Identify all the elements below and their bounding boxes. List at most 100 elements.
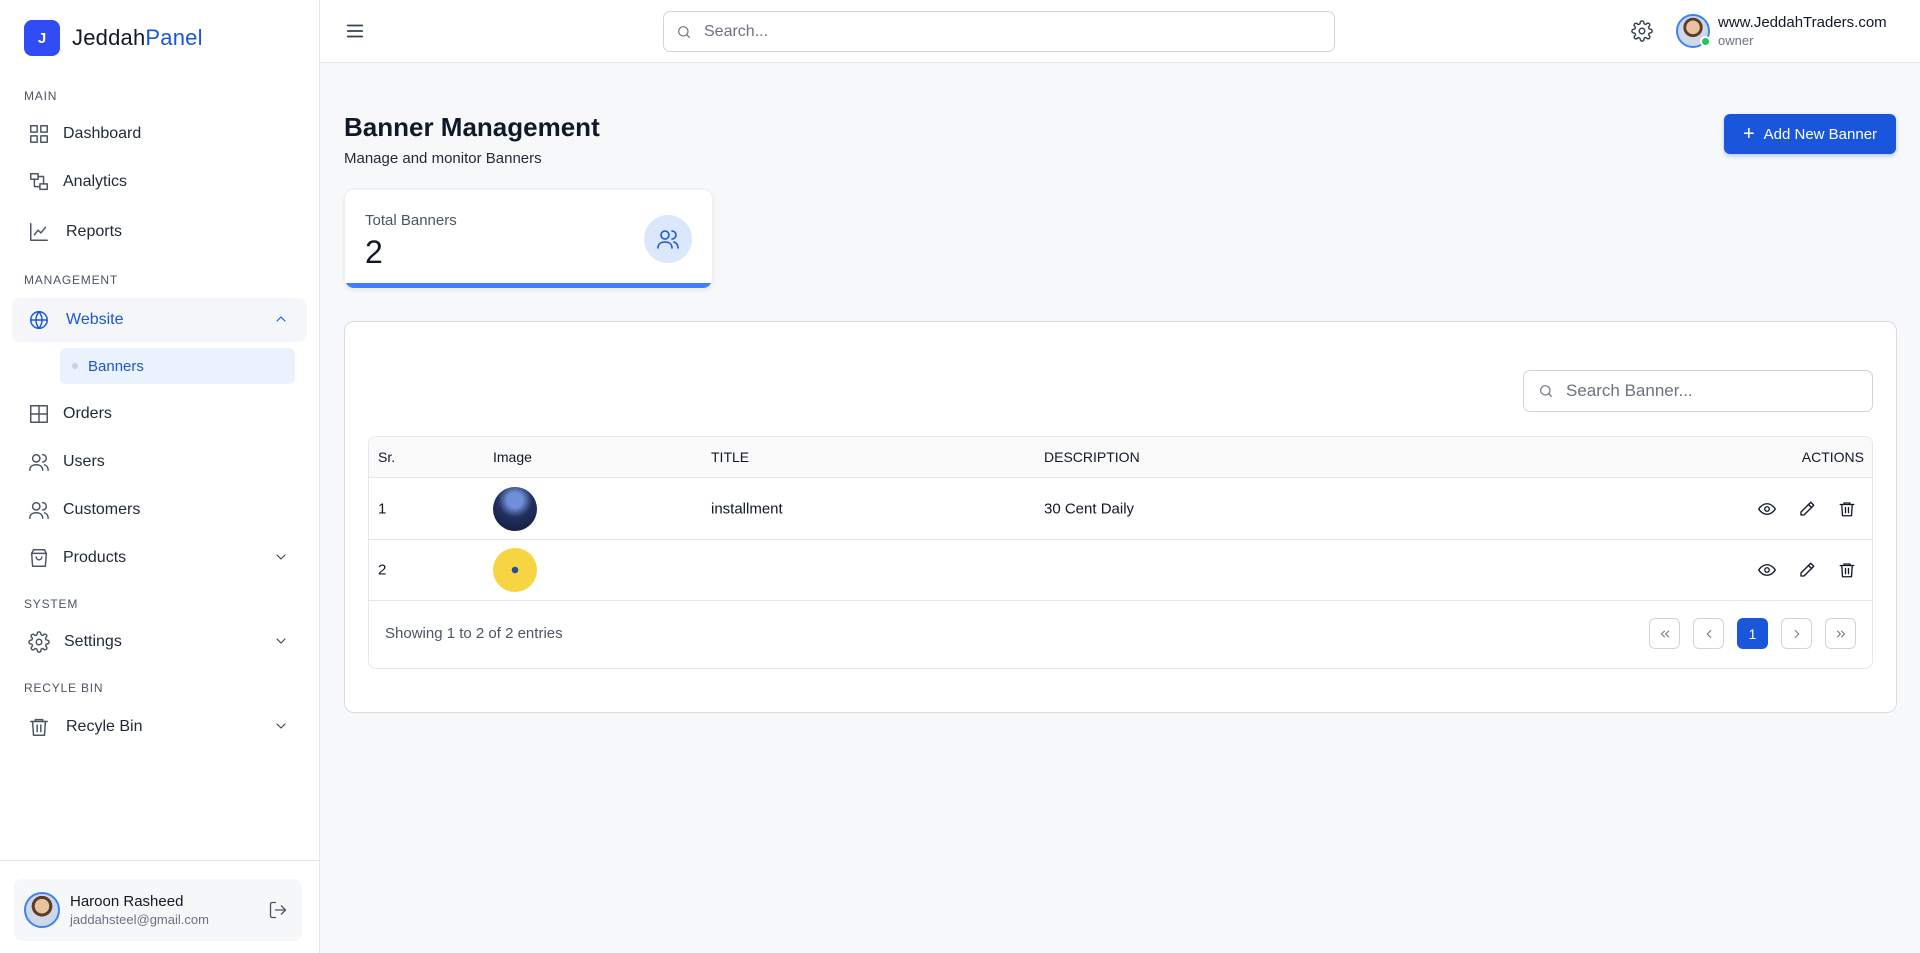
- sidebar-item-label: Customers: [63, 501, 141, 518]
- column-header-description[interactable]: DESCRIPTION: [1044, 449, 1140, 465]
- table-footer: Showing 1 to 2 of 2 entries 1: [369, 601, 1872, 668]
- last-page-button[interactable]: [1825, 618, 1856, 649]
- section-label-recycle: RECYLE BIN: [24, 681, 104, 695]
- chevrons-right-icon: [1836, 630, 1845, 637]
- row-sr: 1: [378, 500, 387, 517]
- header-user-meta: www.JeddahTraders.com owner: [1718, 14, 1887, 48]
- sidebar-item-customers[interactable]: Customers: [12, 488, 307, 532]
- sidebar-item-orders[interactable]: Orders: [12, 392, 307, 436]
- add-new-banner-button[interactable]: + Add New Banner: [1724, 114, 1896, 154]
- global-search[interactable]: [663, 11, 1335, 52]
- column-header-title[interactable]: TITLE: [711, 449, 749, 465]
- brand-name-part2: Panel: [145, 25, 203, 50]
- users-icon: [29, 453, 49, 471]
- logout-icon[interactable]: [268, 900, 288, 920]
- online-status-dot: [1700, 36, 1711, 47]
- chevron-down-icon: [276, 554, 286, 560]
- pencil-icon[interactable]: [1798, 561, 1816, 579]
- user-card[interactable]: Haroon Rasheed jaddahsteel@gmail.com: [14, 879, 302, 941]
- header-site-name: www.JeddahTraders.com: [1718, 14, 1887, 31]
- avatar: [1676, 14, 1711, 48]
- banners-table-card: Sr. Image TITLE DESCRIPTION ACTIONS 1 in…: [344, 321, 1897, 713]
- top-bar: www.JeddahTraders.com owner: [320, 0, 1920, 63]
- chevrons-left-icon: [1660, 630, 1669, 637]
- trash-icon[interactable]: [1838, 500, 1856, 518]
- sidebar-item-label: Dashboard: [63, 125, 142, 142]
- sidebar-item-reports[interactable]: Reports: [12, 210, 307, 254]
- eye-icon[interactable]: [1758, 500, 1776, 518]
- column-header-image[interactable]: Image: [493, 449, 532, 465]
- search-icon: [1540, 385, 1552, 397]
- sidebar: J JeddahPanel MAIN Dashboard Analytics R…: [0, 0, 320, 953]
- header-user-role: owner: [1718, 33, 1754, 48]
- global-search-input[interactable]: [704, 22, 1304, 41]
- user-name: Haroon Rasheed: [70, 893, 184, 910]
- row-description: 30 Cent Daily: [1044, 500, 1135, 517]
- sidebar-subitem-banners[interactable]: Banners: [60, 348, 295, 384]
- users-icon: [29, 501, 49, 519]
- stat-value: 2: [365, 234, 383, 270]
- next-page-button[interactable]: [1781, 618, 1812, 649]
- sidebar-subitem-label: Banners: [88, 357, 144, 375]
- sidebar-item-label: Analytics: [63, 173, 128, 190]
- sidebar-item-label: Reports: [66, 223, 123, 240]
- pencil-icon[interactable]: [1798, 500, 1816, 518]
- add-new-banner-label: Add New Banner: [1763, 125, 1878, 143]
- column-header-sr[interactable]: Sr.: [378, 449, 395, 465]
- sidebar-item-recycle-bin[interactable]: Recyle Bin: [12, 705, 307, 749]
- trash-icon[interactable]: [1838, 561, 1856, 579]
- hierarchy-icon: [30, 173, 48, 191]
- bullet-icon: [72, 363, 78, 369]
- banners-table: Sr. Image TITLE DESCRIPTION ACTIONS 1 in…: [368, 436, 1873, 669]
- users-icon: [657, 230, 679, 249]
- banner-search-input[interactable]: [1566, 381, 1866, 401]
- sidebar-item-label: Orders: [63, 405, 112, 422]
- section-label-management: MANAGEMENT: [24, 273, 119, 287]
- user-email: jaddahsteel@gmail.com: [70, 912, 209, 927]
- table-row: 2: [369, 540, 1872, 601]
- row-image[interactable]: [493, 486, 537, 531]
- row-image[interactable]: [493, 548, 537, 592]
- stat-icon: [644, 215, 692, 263]
- sidebar-item-label: Products: [63, 549, 127, 566]
- sidebar-item-label: Users: [63, 453, 105, 470]
- row-actions: [1736, 500, 1856, 518]
- banner-search[interactable]: [1523, 370, 1873, 412]
- prev-page-button[interactable]: [1693, 618, 1724, 649]
- eye-icon[interactable]: [1758, 561, 1776, 579]
- gear-icon[interactable]: [1631, 20, 1653, 42]
- trash-icon: [30, 718, 48, 736]
- stat-card-total-banners: Total Banners 2: [344, 189, 713, 289]
- row-sr: 2: [378, 561, 387, 579]
- row-title: installment: [711, 500, 783, 517]
- search-icon: [678, 25, 690, 38]
- first-page-button[interactable]: [1649, 618, 1680, 649]
- header-user[interactable]: www.JeddahTraders.com owner: [1676, 14, 1887, 48]
- sidebar-item-products[interactable]: Products: [12, 536, 307, 580]
- page-button-current[interactable]: 1: [1737, 618, 1768, 649]
- brand[interactable]: J JeddahPanel: [24, 20, 203, 56]
- section-label-system: SYSTEM: [24, 597, 79, 611]
- gear-icon: [28, 631, 50, 653]
- sidebar-item-dashboard[interactable]: Dashboard: [12, 112, 307, 156]
- sidebar-item-settings[interactable]: Settings: [12, 620, 307, 664]
- shopping-bag-icon: [30, 549, 48, 567]
- sidebar-item-label: Recyle Bin: [66, 718, 143, 735]
- entries-info: Showing 1 to 2 of 2 entries: [385, 625, 563, 642]
- brand-name-part1: Jeddah: [72, 25, 146, 50]
- plus-icon: +: [1742, 123, 1755, 145]
- table-row: 1 installment 30 Cent Daily: [369, 478, 1872, 540]
- banner-thumbnail: [493, 486, 537, 531]
- sidebar-item-analytics[interactable]: Analytics: [12, 160, 307, 204]
- sidebar-footer: Haroon Rasheed jaddahsteel@gmail.com: [0, 860, 320, 953]
- avatar: [24, 892, 60, 928]
- grid-icon: [30, 125, 48, 143]
- stat-accent-bar: [345, 283, 712, 288]
- sidebar-item-website[interactable]: Website: [12, 298, 307, 342]
- chevron-up-icon: [276, 316, 286, 322]
- hamburger-menu-icon[interactable]: [344, 20, 366, 42]
- page-subtitle: Manage and monitor Banners: [344, 150, 542, 167]
- sidebar-item-users[interactable]: Users: [12, 440, 307, 484]
- brand-logo: J: [24, 20, 60, 56]
- chevron-left-icon: [1706, 629, 1711, 638]
